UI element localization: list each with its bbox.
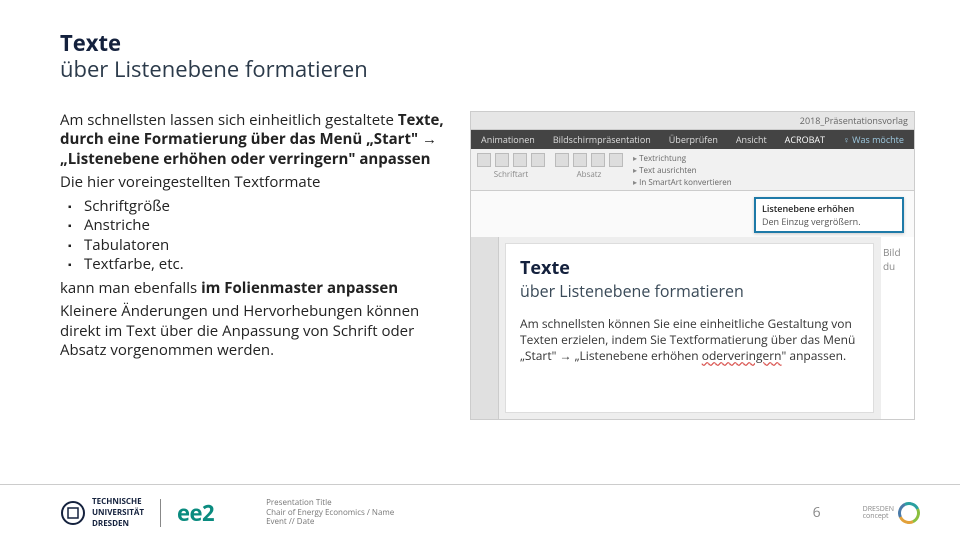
slide-canvas: Texte über Listenebene formatieren Am sc… <box>505 243 874 413</box>
content-row: Am schnellsten lassen sich einheitlich g… <box>60 111 900 420</box>
footer-meta: Presentation Title Chair of Energy Econo… <box>266 498 394 527</box>
para-4: Kleinere Änderungen und Hervorhebungen k… <box>60 302 460 361</box>
list-item: Tabulatoren <box>84 236 460 256</box>
tab: Überprüfen <box>669 133 718 146</box>
canvas-title2: über Listenebene formatieren <box>520 280 859 302</box>
tab: Animationen <box>481 133 535 146</box>
ribbon-extras: Textrichtung Text ausrichten In SmartArt… <box>633 153 732 188</box>
page-number: 6 <box>813 503 821 522</box>
tooltip-title: Listenebene erhöhen <box>762 202 896 215</box>
tell-me: ♀ Was möchte <box>843 133 904 146</box>
slide-area: Texte über Listenebene formatieren Am sc… <box>471 237 914 419</box>
tab: ACROBAT <box>785 133 825 146</box>
ribbon-body: Schriftart Absatz Textrichtung Tex <box>471 149 914 191</box>
footer: TECHNISCHE UNIVERSITÄT DRESDEN ee2 Prese… <box>0 484 960 540</box>
screenshot-mock: 2018_Präsentationsvorlag Animationen Bil… <box>470 111 915 420</box>
font-icon <box>477 153 491 167</box>
canvas-title1: Texte <box>520 256 859 280</box>
ribbon-group-paragraph: Absatz <box>555 153 623 188</box>
ribbon-group-font: Schriftart <box>477 153 545 188</box>
ee2-logo: ee2 <box>177 498 214 528</box>
tud-logo: TECHNISCHE UNIVERSITÄT DRESDEN <box>60 496 144 529</box>
title-line1: Texte <box>60 30 900 56</box>
font-icon <box>531 153 545 167</box>
font-icon <box>513 153 527 167</box>
indent-icon <box>591 153 605 167</box>
body-text: Am schnellsten lassen sich einheitlich g… <box>60 111 460 420</box>
dresden-concept-logo: DRESDEN concept <box>863 502 920 524</box>
indent-icon <box>609 153 623 167</box>
ribbon-tabs: Animationen Bildschirmpräsentation Überp… <box>471 130 914 149</box>
ppt-window: 2018_Präsentationsvorlag Animationen Bil… <box>470 111 915 420</box>
tooltip: Listenebene erhöhen Den Einzug vergrößer… <box>754 197 904 233</box>
tab: Ansicht <box>736 133 767 146</box>
font-icon <box>495 153 509 167</box>
slide: Texte über Listenebene formatieren Am sc… <box>0 0 960 540</box>
title-block: Texte über Listenebene formatieren <box>60 30 900 83</box>
thumbnail-pane <box>471 237 499 419</box>
title-line2: über Listenebene formatieren <box>60 56 900 82</box>
list-icon <box>555 153 569 167</box>
tooltip-body: Den Einzug vergrößern. <box>762 215 896 228</box>
side-caption: Bild du <box>880 237 914 419</box>
dc-ring-icon <box>895 498 923 526</box>
tud-icon <box>60 500 86 526</box>
list-item: Anstriche <box>84 216 460 236</box>
bullet-list: Schriftgröße Anstriche Tabulatoren Textf… <box>60 197 460 275</box>
list-icon <box>573 153 587 167</box>
list-item: Schriftgröße <box>84 197 460 217</box>
para-2: Die hier voreingestellten Textformate <box>60 173 460 193</box>
tab: Bildschirmpräsentation <box>553 133 651 146</box>
ppt-titlebar: 2018_Präsentationsvorlag <box>471 112 914 130</box>
para-1: Am schnellsten lassen sich einheitlich g… <box>60 111 460 170</box>
list-item: Textfarbe, etc. <box>84 255 460 275</box>
canvas-body: Am schnellsten können Sie eine einheitli… <box>520 316 859 365</box>
divider <box>160 499 161 527</box>
para-3: kann man ebenfalls im Folienmaster anpas… <box>60 279 460 299</box>
